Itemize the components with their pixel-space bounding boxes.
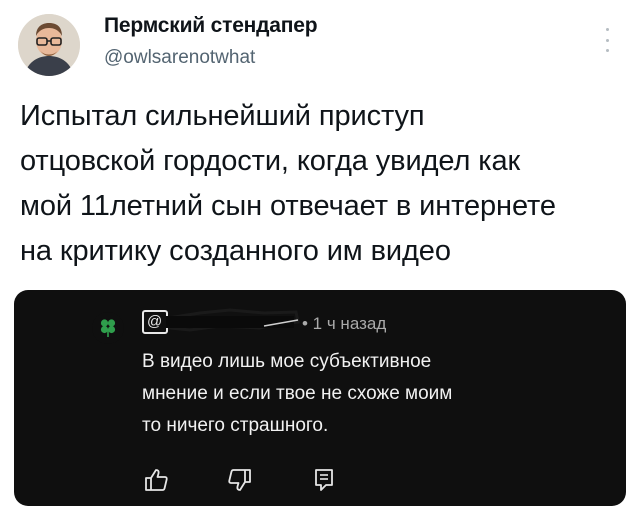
reply-icon[interactable] [310, 466, 338, 494]
clover-icon [100, 319, 116, 337]
author-handle[interactable]: @owlsarenotwhat [104, 47, 255, 69]
comment-text: В видео лишь мое субъективное мнение и е… [142, 351, 453, 436]
commenter-avatar [92, 312, 124, 344]
more-options-icon[interactable] [602, 28, 612, 52]
author-name[interactable]: Пермский стендапер [104, 14, 318, 38]
redaction-scribble [166, 308, 300, 332]
author-avatar[interactable] [18, 14, 80, 76]
tweet-text: Испытал сильнейший приступ отцовской гор… [20, 100, 556, 267]
dislike-icon[interactable] [226, 466, 254, 494]
tweet-header: Пермский стендапер @owlsarenotwhat [0, 0, 640, 90]
comment-time: • 1 ч назад [302, 314, 387, 333]
avatar-image [18, 14, 80, 76]
like-icon[interactable] [142, 466, 170, 494]
embedded-comment-screenshot: @ • 1 ч назад В видео лишь мое субъектив… [14, 290, 626, 506]
